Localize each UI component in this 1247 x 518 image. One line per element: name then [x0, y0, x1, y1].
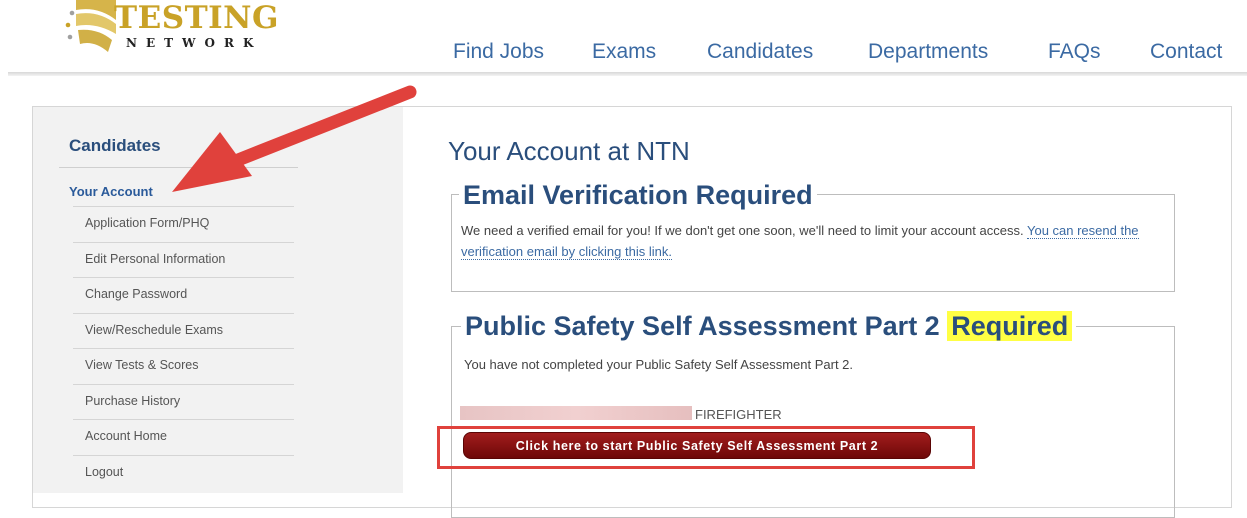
start-pssa-button[interactable]: Click here to start Public Safety Self A…	[463, 432, 931, 459]
nav-contact[interactable]: Contact	[1150, 40, 1222, 64]
sidebar-item-account-home[interactable]: Account Home	[73, 419, 294, 455]
sidebar-item-view-reschedule-exams[interactable]: View/Reschedule Exams	[73, 312, 294, 349]
sidebar-item-change-password[interactable]: Change Password	[73, 277, 294, 313]
sidebar-item-purchase-history[interactable]: Purchase History	[73, 383, 294, 420]
sidebar-menu: Application Form/PHQ Edit Personal Infor…	[73, 206, 294, 490]
sidebar-item-your-account[interactable]: Your Account	[69, 184, 153, 199]
header-divider	[8, 72, 1247, 76]
sidebar-item-edit-personal-info[interactable]: Edit Personal Information	[73, 241, 294, 278]
sidebar-item-application-form[interactable]: Application Form/PHQ	[73, 206, 294, 242]
sidebar-title: Candidates	[69, 136, 161, 155]
email-verification-heading: Email Verification Required	[459, 180, 817, 211]
job-title-label: FIREFIGHTER	[695, 407, 782, 422]
pssa-message: You have not completed your Public Safet…	[464, 357, 854, 372]
nav-candidates[interactable]: Candidates	[707, 40, 813, 64]
email-verification-text: We need a verified email for you! If we …	[461, 223, 1024, 238]
logo-main-text: TESTING	[114, 0, 279, 36]
nav-departments[interactable]: Departments	[868, 40, 988, 64]
sidebar-divider	[59, 167, 298, 168]
sidebar-item-logout[interactable]: Logout	[73, 454, 294, 491]
pssa-section	[451, 326, 1175, 518]
nav-find-jobs[interactable]: Find Jobs	[453, 40, 544, 64]
nav-faqs[interactable]: FAQs	[1048, 40, 1101, 64]
pssa-heading-text: Public Safety Self Assessment Part 2	[465, 311, 940, 341]
redacted-bar	[460, 406, 692, 420]
pssa-heading: Public Safety Self Assessment Part 2 Req…	[461, 311, 1077, 342]
main-nav: Find Jobs Exams Candidates Departments F…	[0, 40, 1247, 70]
email-verification-message: We need a verified email for you! If we …	[461, 220, 1161, 262]
sidebar-item-view-tests-scores[interactable]: View Tests & Scores	[73, 348, 294, 384]
page-title: Your Account at NTN	[448, 136, 690, 166]
nav-exams[interactable]: Exams	[592, 40, 656, 64]
required-highlight: Required	[947, 311, 1073, 341]
